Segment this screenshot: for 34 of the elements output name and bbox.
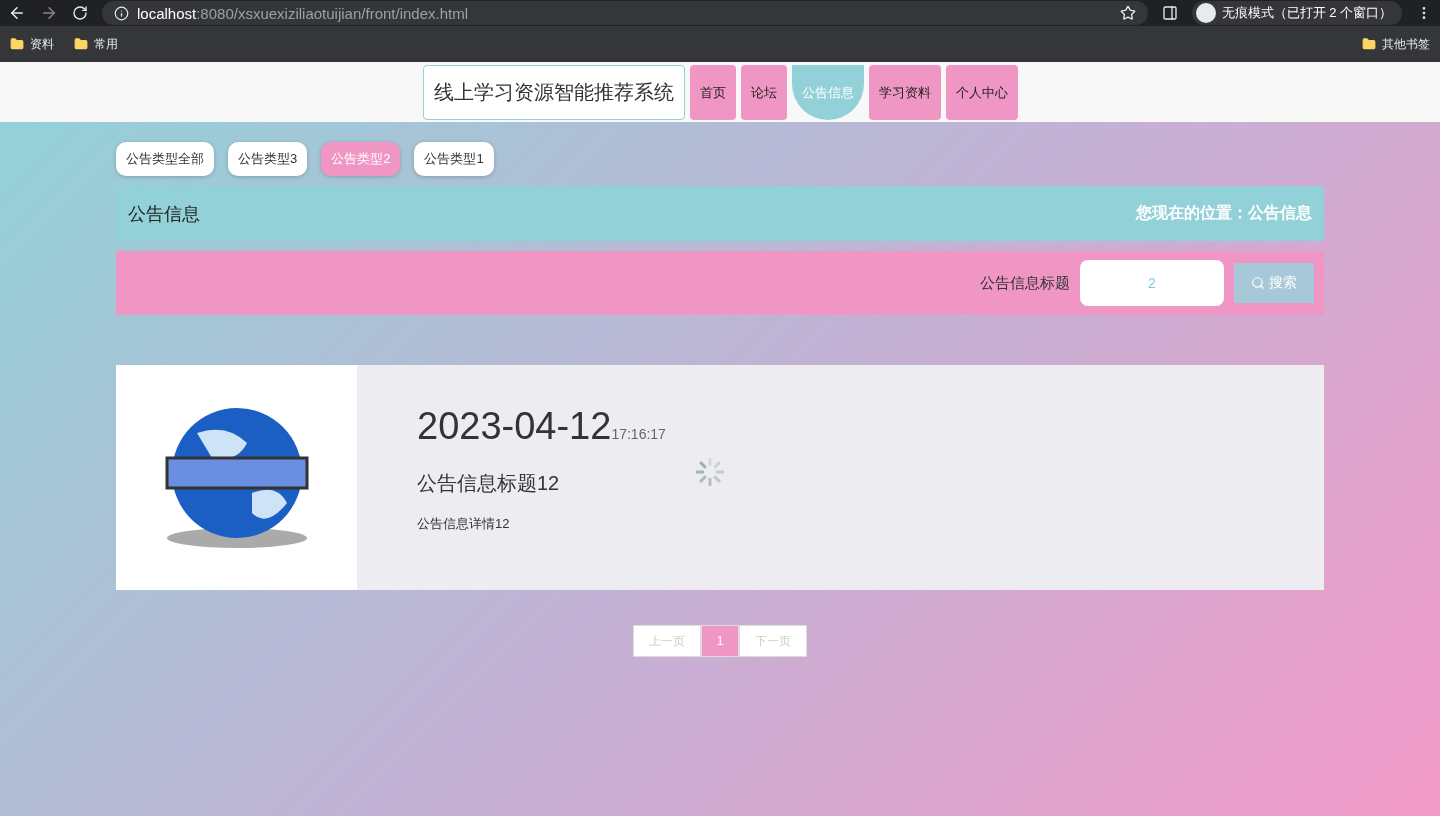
nav-tab[interactable]: 论坛 xyxy=(740,65,787,120)
news-title: 公告信息标题12 xyxy=(417,471,560,496)
site-title: 线上学习资源智能推荐系统 xyxy=(422,65,685,120)
url-text: localhost:8080/xsxuexiziliaotuijian/front/index.html xyxy=(137,4,468,22)
filter-tab[interactable]: 公告类型1 xyxy=(414,142,494,176)
star-icon[interactable] xyxy=(1119,5,1136,21)
back-icon[interactable] xyxy=(8,4,26,22)
filter-tab[interactable]: 公告类型全部 xyxy=(116,142,214,176)
incognito-text: 无痕模式（已打开 2 个窗口） xyxy=(1221,4,1392,22)
address-bar[interactable]: localhost:8080/xsxuexiziliaotuijian/front/index.html xyxy=(102,1,1148,25)
other-bookmarks[interactable]: 其他书签 xyxy=(1362,35,1430,53)
location-text: 您现在的位置：公告信息 xyxy=(1136,203,1312,223)
nav-tab[interactable]: 个人中心 xyxy=(945,65,1018,120)
loading-spinner-icon xyxy=(693,455,727,489)
folder-icon xyxy=(74,37,88,51)
nav-tab[interactable]: 首页 xyxy=(689,65,736,120)
search-label: 公告信息标题 xyxy=(980,273,1070,293)
search-icon xyxy=(1251,276,1265,290)
folder-icon xyxy=(10,37,24,51)
forward-icon[interactable] xyxy=(40,4,58,22)
news-date: 2023-04-12 xyxy=(417,405,612,448)
info-icon xyxy=(114,5,129,21)
section-title: 公告信息 xyxy=(128,202,200,226)
bookmark[interactable]: 常用 xyxy=(74,35,118,53)
folder-icon xyxy=(1362,37,1376,51)
news-card[interactable]: 2023-04-1217:16:17 公告信息标题12 公告信息详情12 xyxy=(116,365,1324,590)
news-time: 17:16:17 xyxy=(611,426,666,442)
news-detail: 公告信息详情12 xyxy=(417,515,510,533)
nav-tab[interactable]: 学习资料 xyxy=(868,65,941,120)
side-panel-icon[interactable] xyxy=(1161,5,1178,21)
reload-icon[interactable] xyxy=(72,5,88,21)
incognito-badge[interactable]: 无痕模式（已打开 2 个窗口） xyxy=(1191,1,1402,25)
filter-tab[interactable]: 公告类型3 xyxy=(228,142,308,176)
bookmark[interactable]: 资料 xyxy=(10,35,54,53)
